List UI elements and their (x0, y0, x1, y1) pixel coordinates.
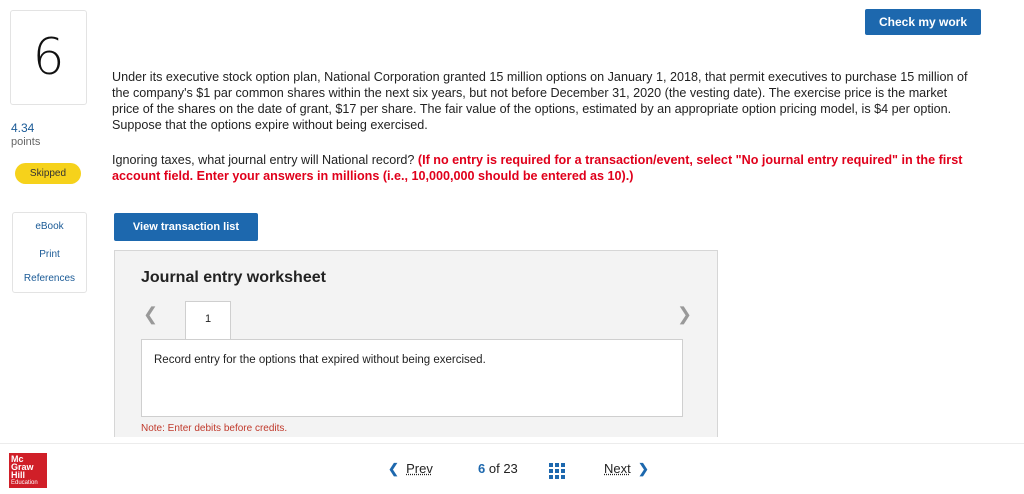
points-value: 4.34 (11, 121, 35, 135)
chevron-right-icon[interactable]: ❯ (677, 304, 692, 325)
question-text: Under its executive stock option plan, N… (112, 70, 968, 132)
page-total: of 23 (488, 461, 518, 476)
instruction-text: Ignoring taxes, what journal entry will … (112, 153, 415, 167)
question-number: 6 (32, 28, 65, 86)
worksheet-title: Journal entry worksheet (141, 269, 326, 286)
print-link[interactable]: Print (13, 249, 86, 260)
points-label: points (11, 136, 41, 148)
question-number-box: 6 (10, 10, 87, 105)
prev-label: Prev (406, 461, 433, 476)
resource-links: eBook Print References (12, 212, 87, 293)
check-my-work-button[interactable]: Check my work (865, 9, 981, 35)
worksheet-note: Note: Enter debits before credits. (141, 423, 288, 434)
next-label: Next (604, 461, 631, 476)
entry-description-box: Record entry for the options that expire… (141, 339, 683, 417)
references-link[interactable]: References (13, 273, 86, 284)
chevron-right-icon: ❯ (637, 461, 649, 476)
chevron-left-icon[interactable]: ❮ (143, 304, 158, 325)
footer-bar: Mc Graw Hill Education ❮ Prev 6 of 23 Ne… (0, 443, 1024, 494)
page-indicator: 6 of 23 (478, 461, 518, 476)
mcgraw-hill-logo: Mc Graw Hill Education (9, 453, 47, 488)
grid-icon[interactable] (548, 462, 566, 480)
view-transaction-list-button[interactable]: View transaction list (114, 213, 258, 241)
prev-button[interactable]: ❮ Prev (388, 461, 433, 477)
ebook-link[interactable]: eBook (13, 221, 86, 232)
entry-description: Record entry for the options that expire… (154, 354, 486, 366)
chevron-left-icon: ❮ (388, 461, 399, 476)
current-page: 6 (478, 461, 486, 476)
question-instruction: Ignoring taxes, what journal entry will … (112, 152, 972, 184)
next-button[interactable]: Next ❯ (604, 461, 649, 477)
journal-entry-worksheet: Journal entry worksheet ❮ 1 ❯ Record ent… (114, 250, 718, 437)
status-badge: Skipped (15, 163, 81, 184)
worksheet-tab-1[interactable]: 1 (185, 301, 231, 340)
